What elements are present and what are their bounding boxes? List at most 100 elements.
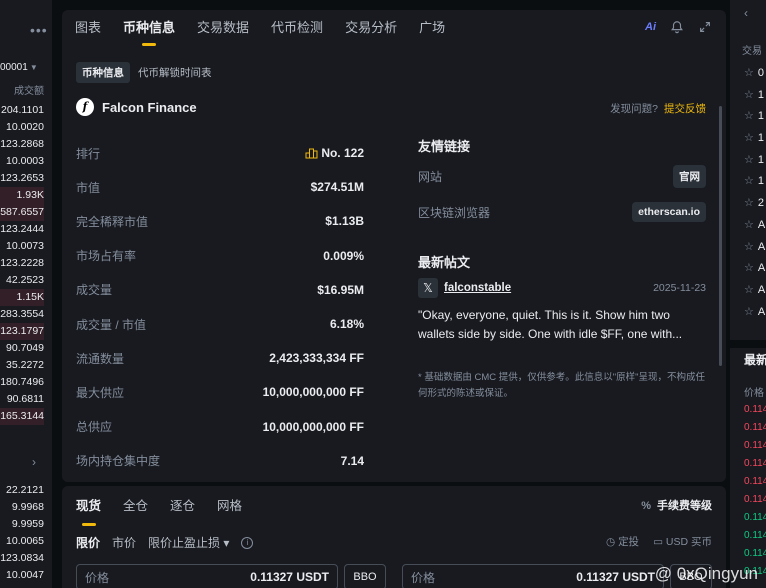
tab-4[interactable]: 交易分析 bbox=[345, 10, 397, 46]
fee-level[interactable]: % 手续费等级 bbox=[641, 497, 712, 513]
pair-row[interactable]: ☆ 1 bbox=[744, 153, 765, 175]
order-type-limit[interactable]: 限价 bbox=[76, 534, 100, 551]
expand-icon[interactable] bbox=[698, 20, 712, 34]
token-logo: f bbox=[76, 98, 94, 116]
tab-0[interactable]: 图表 bbox=[75, 10, 101, 46]
pair-row[interactable]: ☆ 2 bbox=[744, 196, 765, 218]
orderbook-row[interactable]: 180.7496 bbox=[0, 374, 44, 391]
pair-row[interactable]: ☆ A bbox=[744, 240, 765, 262]
order-type-market[interactable]: 市价 bbox=[112, 534, 136, 551]
orderbook-row[interactable]: 10.0065 bbox=[0, 533, 44, 550]
star-icon[interactable]: ☆ bbox=[744, 241, 754, 253]
precision-select[interactable]: 00001 ▼ bbox=[0, 62, 38, 73]
bell-icon[interactable] bbox=[670, 20, 684, 34]
orderbook-row[interactable]: 1.93K bbox=[0, 187, 44, 204]
star-icon[interactable]: ☆ bbox=[744, 306, 754, 318]
orderbook-row[interactable]: 123.0834 bbox=[0, 550, 44, 567]
main-tabs: 图表 币种信息 交易数据 代币检测 交易分析 广场 bbox=[75, 10, 467, 46]
buy-price-input[interactable]: 价格 0.11327 USDT bbox=[76, 564, 338, 588]
buy-with-usd-option[interactable]: ▭ USD 买币 bbox=[653, 534, 712, 549]
pair-row[interactable]: ☆ 1 bbox=[744, 174, 765, 196]
star-icon[interactable]: ☆ bbox=[744, 110, 754, 122]
pair-row[interactable]: ☆ A bbox=[744, 305, 765, 327]
scrollbar[interactable] bbox=[719, 106, 722, 366]
orderbook-row[interactable]: 90.7049 bbox=[0, 340, 44, 357]
orderbook-row[interactable]: 204.1101 bbox=[0, 102, 44, 119]
issue-text: 发现问题? bbox=[610, 103, 658, 115]
star-icon[interactable]: ☆ bbox=[744, 219, 754, 231]
star-icon[interactable]: ☆ bbox=[744, 262, 754, 274]
stat-value: $1.13B bbox=[325, 214, 364, 229]
star-icon[interactable]: ☆ bbox=[744, 89, 754, 101]
orderbook-row[interactable]: 10.0020 bbox=[0, 119, 44, 136]
orderbook-row[interactable]: 1.15K bbox=[0, 289, 44, 306]
tab-2[interactable]: 交易数据 bbox=[197, 10, 249, 46]
chevron-left-icon[interactable]: ‹ bbox=[744, 6, 748, 20]
tab-1[interactable]: 币种信息 bbox=[123, 10, 175, 46]
chevron-right-icon[interactable]: › bbox=[32, 455, 36, 469]
pair-row[interactable]: ☆ A bbox=[744, 283, 765, 305]
trade-tab-1[interactable]: 全仓 bbox=[123, 486, 148, 526]
explorer-button[interactable]: etherscan.io bbox=[632, 202, 706, 222]
sell-price-input[interactable]: 价格 0.11327 USDT bbox=[402, 564, 664, 588]
links-title: 友情链接 bbox=[418, 139, 471, 154]
orderbook-row[interactable]: 123.1797 bbox=[0, 323, 44, 340]
orderbook-row[interactable]: 9.9959 bbox=[0, 516, 44, 533]
pair-row[interactable]: ☆ A bbox=[744, 218, 765, 240]
stat-row: 流通数量 2,423,333,334 FF bbox=[76, 341, 364, 375]
star-icon[interactable]: ☆ bbox=[744, 132, 754, 144]
feedback-link[interactable]: 提交反馈 bbox=[664, 103, 706, 115]
pair-row[interactable]: ☆ 1 bbox=[744, 88, 765, 110]
pair-row[interactable]: ☆ 1 bbox=[744, 109, 765, 131]
author-name[interactable]: falconstable bbox=[444, 282, 511, 294]
info-icon[interactable]: i bbox=[241, 536, 254, 549]
orderbook-row[interactable]: 90.6811 bbox=[0, 391, 44, 408]
pair-row[interactable]: ☆ 1 bbox=[744, 131, 765, 153]
buy-bbo-button[interactable]: BBO bbox=[344, 564, 386, 588]
token-name: Falcon Finance bbox=[102, 99, 197, 115]
dca-option[interactable]: ◷ 定投 bbox=[606, 534, 639, 549]
pair-row[interactable]: ☆ A bbox=[744, 261, 765, 283]
star-icon[interactable]: ☆ bbox=[744, 154, 754, 166]
trade-extra-options: ◷ 定投 ▭ USD 买币 bbox=[606, 534, 712, 549]
trade-tab-3[interactable]: 网格 bbox=[217, 486, 242, 526]
orderbook-row[interactable]: 10.0047 bbox=[0, 567, 44, 584]
star-icon[interactable]: ☆ bbox=[744, 197, 754, 209]
pair-label: 2 bbox=[757, 197, 764, 210]
dca-label: 定投 bbox=[618, 536, 640, 548]
orderbook-row[interactable]: 9.9968 bbox=[0, 499, 44, 516]
tab-3[interactable]: 代币检测 bbox=[271, 10, 323, 46]
right-sidebar: ‹ 交易 ☆ 0 ☆ 1 ☆ 1 ☆ 1 ☆ 1 ☆ 1 ☆ 2 ☆ A ☆ A ☆ A ☆ A ☆ A 最新 价格 0.11… bbox=[730, 0, 766, 588]
orderbook-row[interactable]: 123.2228 bbox=[0, 255, 44, 272]
order-type-stop-limit[interactable]: 限价止盈止损 ▾ bbox=[148, 534, 229, 551]
orderbook-row[interactable]: 10.0003 bbox=[0, 153, 44, 170]
stat-label: 总供应 bbox=[76, 420, 113, 435]
star-icon[interactable]: ☆ bbox=[744, 284, 754, 296]
orderbook-row[interactable]: 10.0073 bbox=[0, 238, 44, 255]
trade-tab-0[interactable]: 现货 bbox=[76, 486, 101, 526]
stat-label: 完全稀释市值 bbox=[76, 214, 149, 229]
trade-tab-2[interactable]: 逐仓 bbox=[170, 486, 195, 526]
buy-usd-label: USD 买币 bbox=[665, 536, 712, 548]
orderbook-row[interactable]: 123.2444 bbox=[0, 221, 44, 238]
star-icon[interactable]: ☆ bbox=[744, 67, 754, 79]
orderbook-row[interactable]: 123.2868 bbox=[0, 136, 44, 153]
orderbook-row[interactable]: 42.2523 bbox=[0, 272, 44, 289]
orderbook-row[interactable]: 165.3144 bbox=[0, 408, 44, 425]
orderbook-row[interactable]: 123.2653 bbox=[0, 170, 44, 187]
ai-icon[interactable]: Ai bbox=[645, 21, 656, 33]
more-icon[interactable]: ••• bbox=[30, 22, 48, 38]
orderbook-row[interactable]: 587.6557 bbox=[0, 204, 44, 221]
subtab-coin-info[interactable]: 币种信息 bbox=[76, 62, 130, 83]
orderbook-row[interactable]: 22.2121 bbox=[0, 482, 44, 499]
subtab-unlock-schedule[interactable]: 代币解锁时间表 bbox=[138, 65, 212, 80]
orderbook-row[interactable]: 35.2272 bbox=[0, 357, 44, 374]
stat-label: 市值 bbox=[76, 180, 101, 195]
tab-5[interactable]: 广场 bbox=[419, 10, 445, 46]
star-icon[interactable]: ☆ bbox=[744, 175, 754, 187]
stat-row: 市值 $274.51M bbox=[76, 170, 364, 204]
website-button[interactable]: 官网 bbox=[673, 164, 706, 188]
orderbook-row[interactable]: 283.3554 bbox=[0, 306, 44, 323]
pair-row[interactable]: ☆ 0 bbox=[744, 66, 765, 88]
post-item[interactable]: 𝕏 falconstable 2025-11-23 "Okay, everyon… bbox=[418, 278, 706, 344]
